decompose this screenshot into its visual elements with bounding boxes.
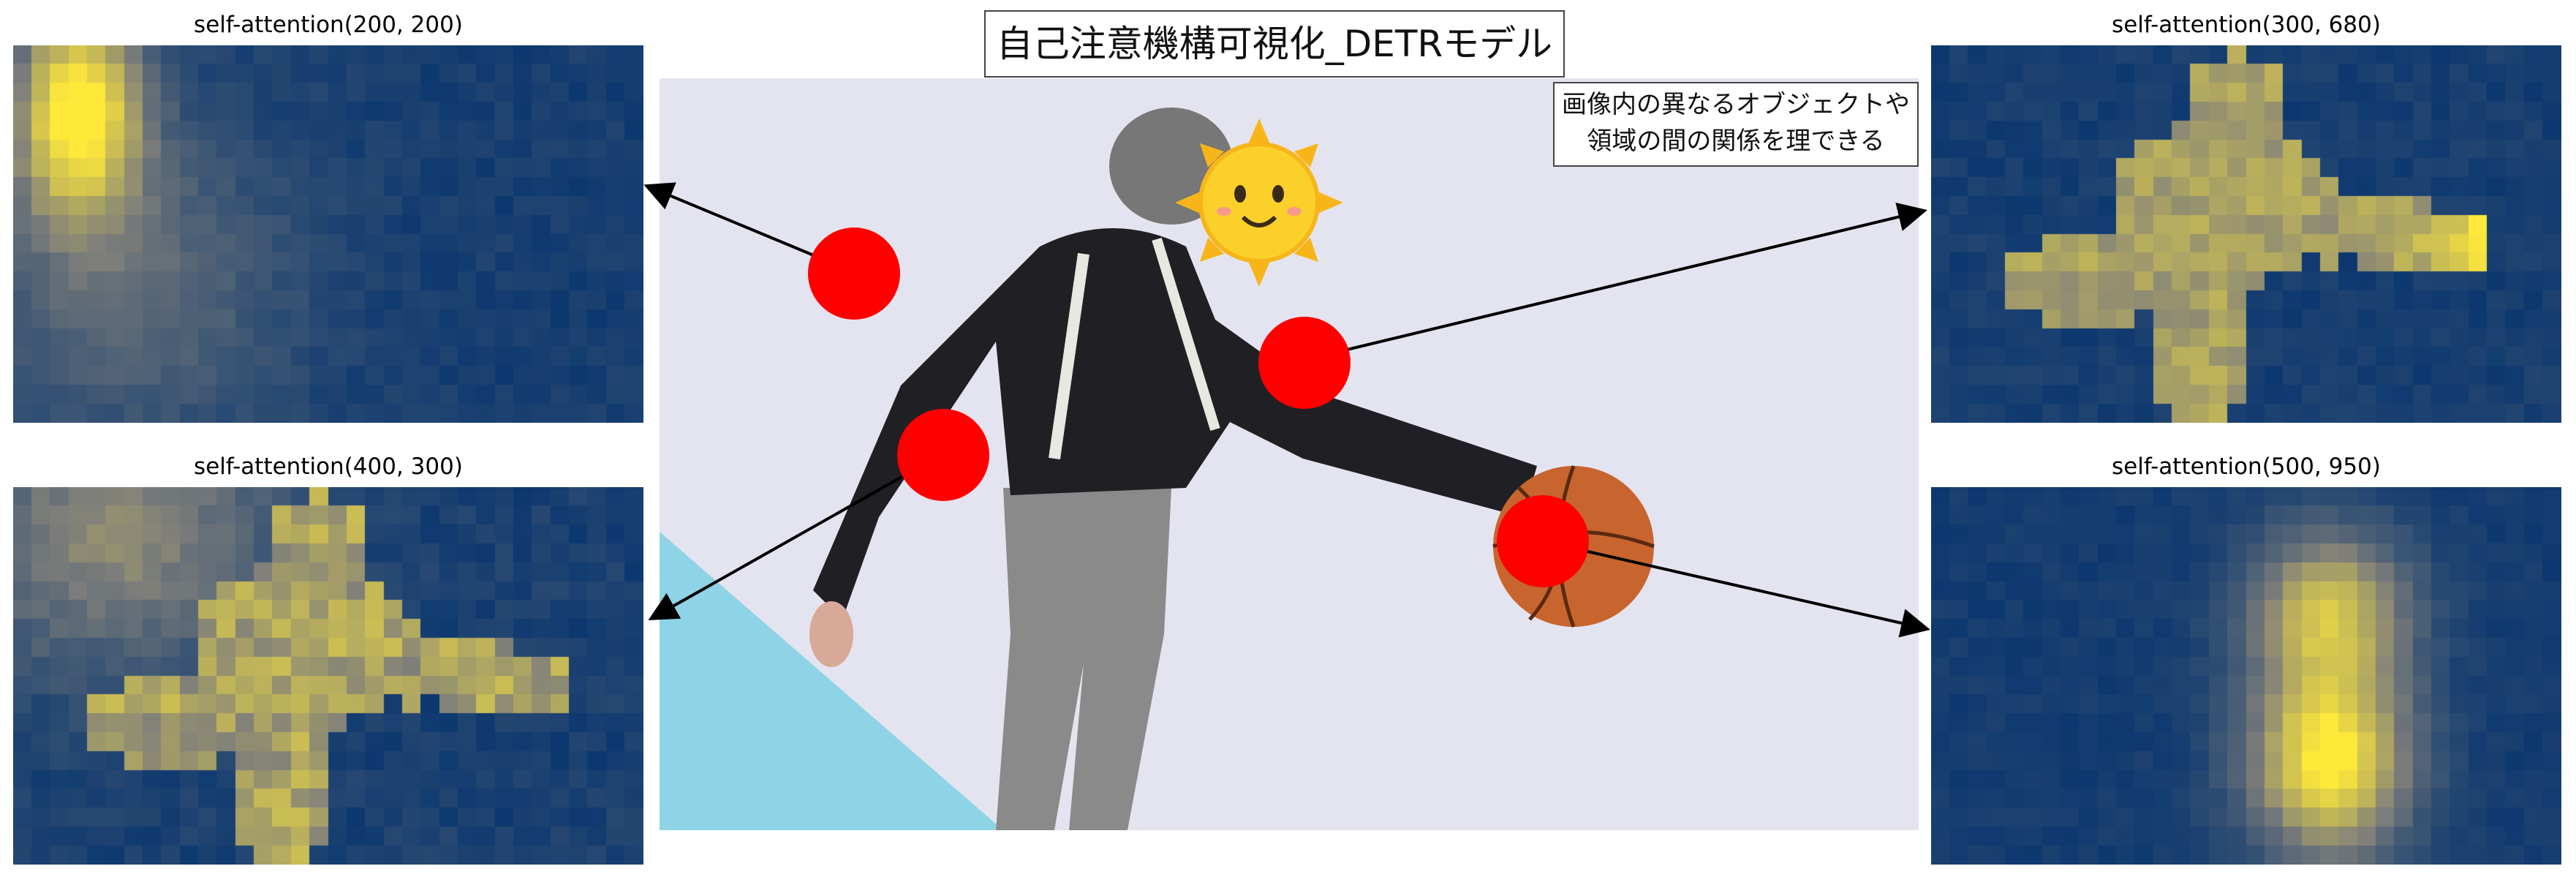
panel-title-400-300: self-attention(400, 300) xyxy=(194,453,463,480)
annotation-note: 画像内の異なるオブジェクトや 領域の間の関係を理できる xyxy=(1553,82,1919,167)
input-photo xyxy=(660,78,1919,830)
panel-title-500-950: self-attention(500, 950) xyxy=(2112,453,2381,480)
attention-heatmap-300-680 xyxy=(1931,45,2561,423)
page-title: 自己注意機構可視化_DETRモデル xyxy=(984,10,1565,78)
panel-title-300-680: self-attention(300, 680) xyxy=(2112,12,2381,38)
attention-heatmap-500-950 xyxy=(1931,487,2561,865)
attention-heatmap-200-200 xyxy=(13,45,643,423)
note-line-2: 領域の間の関係を理できる xyxy=(1587,127,1885,156)
note-line-1: 画像内の異なるオブジェクトや xyxy=(1562,90,1910,119)
sun-emoji-icon xyxy=(1175,118,1343,287)
panel-title-200-200: self-attention(200, 200) xyxy=(194,12,463,38)
basketball xyxy=(1493,466,1654,627)
person-hand xyxy=(809,601,853,667)
attention-heatmap-400-300 xyxy=(13,487,643,865)
